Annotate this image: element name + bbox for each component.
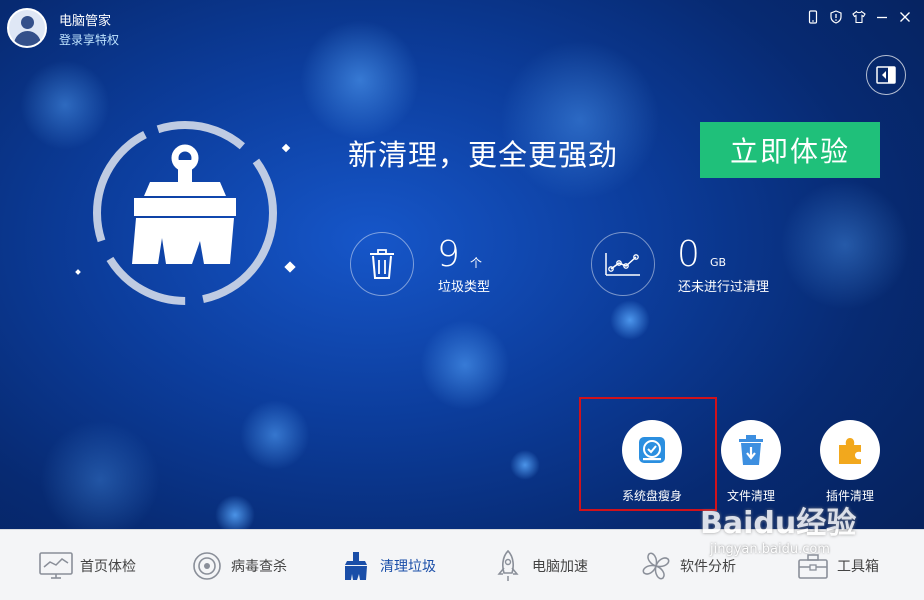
minimize-icon[interactable] [870,8,893,26]
baidu-watermark: Baidu经验 jingyan.baidu.com [700,498,856,557]
watermark-brand: Baidu经验 [700,506,857,541]
nav-item-home-check[interactable]: 首页体检 [38,530,136,600]
nav-label: 首页体检 [80,558,136,575]
broom-icon [345,551,367,580]
trash-icon [370,249,394,279]
broom-icon [132,144,236,264]
shield-icon[interactable] [824,8,847,26]
junk-label: 垃圾类型 [438,280,491,295]
nav-item-virus-scan[interactable]: 病毒查杀 [189,530,287,600]
file-trash-icon [739,435,763,465]
title-bar: 电脑管家 登录享特权 [0,0,924,52]
bokeh-light [510,450,540,480]
avatar[interactable] [7,8,47,48]
space-stat-icon-wrap [591,232,655,296]
nav-label: 病毒查杀 [231,558,287,575]
line-chart-icon [605,253,640,276]
bokeh-light [780,180,910,310]
space-label: 还未进行过清理 [678,280,770,295]
monitor-chart-icon [39,551,73,579]
file-clean-tool[interactable]: 文件清理 [711,420,791,504]
app-name: 电脑管家 [59,14,112,29]
sidebar-toggle-button[interactable] [866,55,906,95]
rocket-icon [497,549,519,581]
bokeh-light [40,420,160,540]
nav-label: 工具箱 [837,558,879,575]
window-controls [801,8,916,26]
panel-exit-icon [876,66,896,84]
plugin-clean-tool[interactable]: 插件清理 [810,420,890,504]
highlight-annotation [579,397,717,511]
sparkle-decoration [284,261,296,273]
close-icon[interactable] [893,8,916,26]
bokeh-light [240,400,310,470]
bokeh-light [420,320,510,410]
fan-icon [642,552,670,579]
junk-stat-icon-wrap [350,232,414,296]
shirt-icon[interactable] [847,8,870,26]
sparkle-decoration [75,269,81,275]
puzzle-icon [839,438,861,464]
nav-label: 清理垃圾 [380,558,436,575]
nav-label: 电脑加速 [532,558,588,575]
bokeh-light [500,40,660,200]
nav-item-clean-junk[interactable]: 清理垃圾 [338,530,436,600]
phone-icon[interactable] [801,8,824,26]
target-icon [193,551,221,580]
sparkle-decoration [281,143,291,153]
bokeh-light [610,300,650,340]
try-now-button[interactable]: 立即体验 [700,122,880,178]
junk-unit: 个 [470,256,483,270]
hero-headline: 新清理，更全更强劲 [348,138,619,172]
space-value: 0 [677,234,700,275]
login-link[interactable]: 登录享特权 [59,31,119,48]
nav-label: 软件分析 [680,558,736,575]
nav-item-speedup[interactable]: 电脑加速 [490,530,588,600]
app-window: 电脑管家 登录享特权 新清理，更全更强劲 立即体验 9 个 垃圾类型 0 GB … [0,0,924,600]
space-unit: GB [710,256,727,269]
watermark-url: jingyan.baidu.com [710,542,830,557]
junk-count: 9 [437,234,460,275]
clean-broom-ring[interactable] [88,116,282,310]
